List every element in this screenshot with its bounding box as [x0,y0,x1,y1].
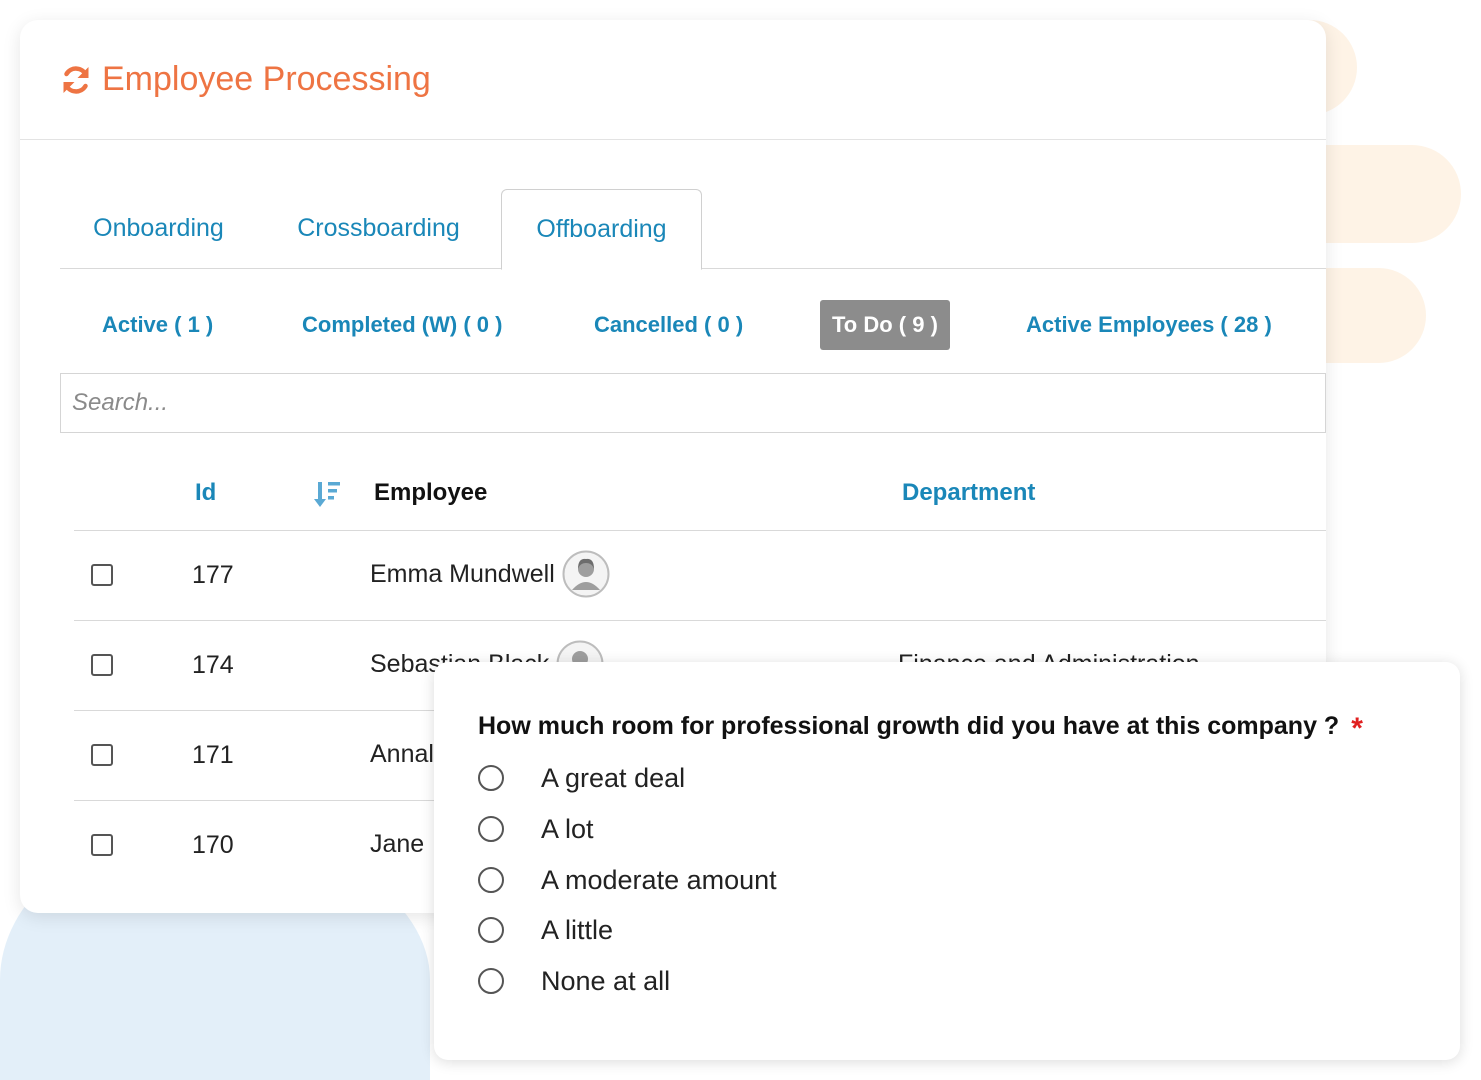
filter-completed[interactable]: Completed (W) ( 0 ) [302,300,502,350]
option-label: A lot [541,813,594,844]
refresh-icon [63,65,89,94]
row-id: 170 [192,831,234,859]
search-box [60,373,1326,433]
employee-name: Emma Mundwell [370,560,555,588]
row-checkbox[interactable] [91,564,113,586]
radio-button[interactable] [478,867,504,893]
radio-option-a-great-deal[interactable]: A great deal [478,758,685,798]
user-avatar-icon [562,550,610,598]
question-label: How much room for professional growth di… [478,712,1340,740]
question-text: How much room for professional growth di… [478,708,1363,745]
option-label: A little [541,914,614,945]
radio-button[interactable] [478,917,504,943]
row-checkbox[interactable] [91,654,113,676]
row-id: 174 [192,651,234,679]
tab-bar: Onboarding Crossboarding Offboarding [60,189,1326,270]
search-input[interactable] [72,374,1325,432]
row-id: 171 [192,741,234,769]
row-id: 177 [192,561,234,589]
tab-onboarding[interactable]: Onboarding [60,189,257,268]
row-checkbox[interactable] [91,744,113,766]
radio-option-none-at-all[interactable]: None at all [478,961,670,1001]
page-title: Employee Processing [102,60,431,98]
row-employee: Annal [370,711,434,797]
row-checkbox[interactable] [91,834,113,856]
filter-active[interactable]: Active ( 1 ) [102,300,213,350]
employee-name: Jane [370,830,425,858]
radio-button[interactable] [478,816,504,842]
option-label: A moderate amount [541,864,777,895]
radio-option-a-little[interactable]: A little [478,910,613,950]
status-filters: Active ( 1 ) Completed (W) ( 0 ) Cancell… [20,300,1326,352]
table-row[interactable]: 177 Emma Mundwell [74,531,1326,621]
option-label: A great deal [541,762,686,793]
tab-offboarding[interactable]: Offboarding [501,189,702,270]
tab-crossboarding[interactable]: Crossboarding [275,189,482,268]
table-header: Id Employee Department [74,453,1326,531]
sort-desc-icon[interactable] [312,479,342,509]
survey-question-card: How much room for professional growth di… [434,662,1460,1060]
filter-todo[interactable]: To Do ( 9 ) [820,300,950,350]
radio-option-a-moderate-amount[interactable]: A moderate amount [478,860,777,900]
row-employee: Emma Mundwell [370,531,610,617]
column-header-department[interactable]: Department [902,453,1035,533]
filter-cancelled[interactable]: Cancelled ( 0 ) [594,300,743,350]
radio-button[interactable] [478,765,504,791]
column-header-employee: Employee [374,479,488,506]
column-header-id[interactable]: Id [195,453,216,533]
card-header: Employee Processing [20,20,1326,140]
option-label: None at all [541,965,671,996]
employee-name: Annal [370,740,434,768]
filter-active-employees[interactable]: Active Employees ( 28 ) [1026,300,1272,350]
radio-button[interactable] [478,968,504,994]
radio-option-a-lot[interactable]: A lot [478,809,594,849]
required-marker: * [1351,712,1363,745]
row-employee: Jane [370,801,424,887]
